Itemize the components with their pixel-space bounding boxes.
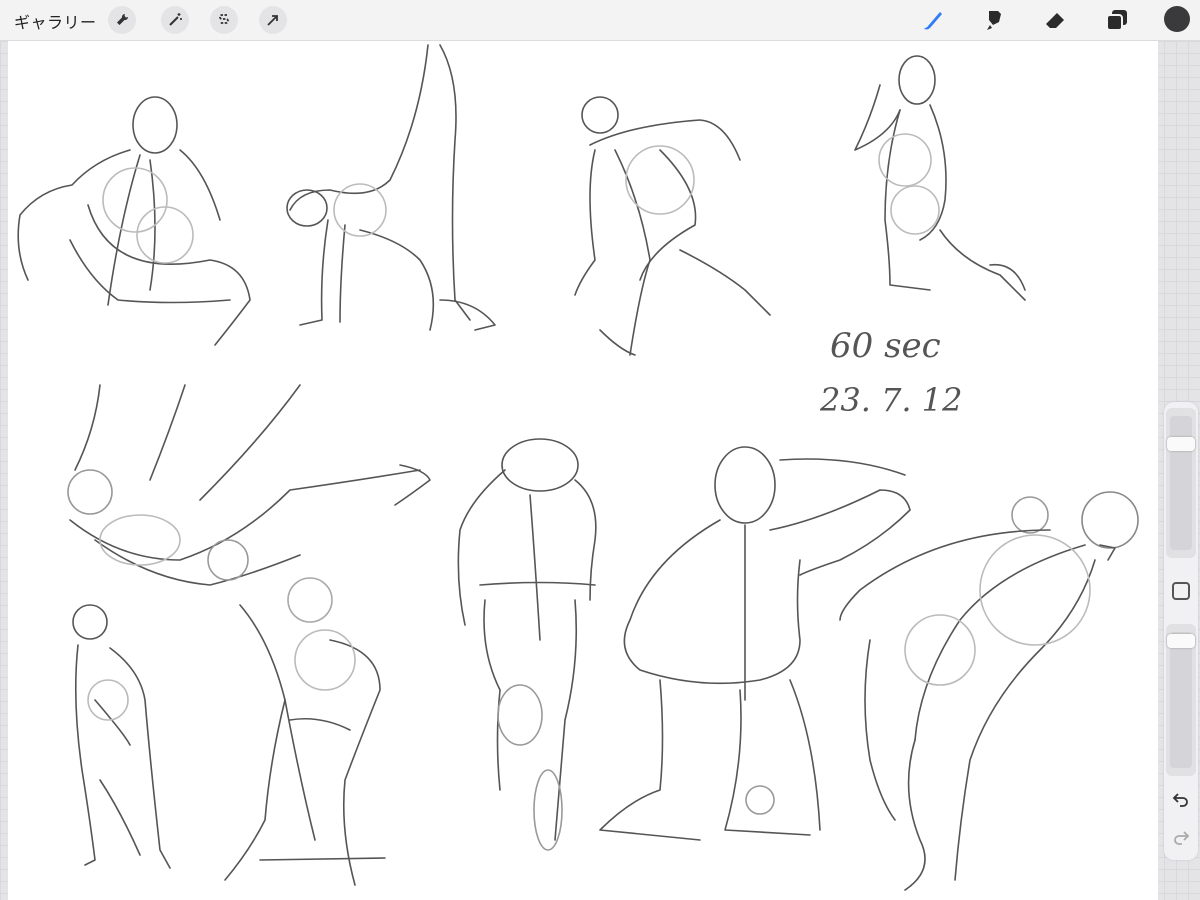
selection-s-icon[interactable] (210, 6, 238, 34)
figure-sketch-3 (574, 96, 771, 356)
figure-sketch-1 (17, 96, 251, 346)
brush-size-thumb[interactable] (1167, 437, 1195, 452)
eraser-icon[interactable] (1039, 4, 1071, 36)
brush-opacity-thumb[interactable] (1167, 633, 1195, 648)
figure-sketch-4 (854, 55, 1026, 301)
color-picker-button[interactable] (1164, 6, 1190, 32)
figure-sketch-2 (286, 44, 496, 331)
time-note: 60 sec (830, 326, 941, 366)
figure-sketch-6 (72, 604, 171, 869)
smudge-icon[interactable] (978, 4, 1010, 36)
arrow-icon[interactable] (259, 6, 287, 34)
wrench-icon[interactable] (108, 6, 136, 34)
redo-icon[interactable] (1170, 826, 1192, 848)
date-note: 23. 7. 12 (820, 381, 963, 419)
gesture-sketches (17, 44, 1139, 891)
brush-opacity-slider[interactable] (1166, 624, 1196, 776)
square-icon[interactable] (1172, 582, 1190, 600)
gallery-button[interactable]: ギャラリー (14, 9, 97, 33)
top-toolbar: ギャラリー (0, 0, 1200, 41)
figure-sketch-9 (599, 446, 911, 841)
undo-icon[interactable] (1170, 788, 1192, 810)
figure-sketch-7 (224, 577, 386, 886)
layers-icon[interactable] (1101, 4, 1133, 36)
drawing-canvas[interactable]: 60 sec 23. 7. 12 (8, 41, 1158, 900)
magic-wand-icon[interactable] (161, 6, 189, 34)
figure-sketch-10 (839, 491, 1139, 891)
brush-opacity-track (1170, 632, 1192, 768)
figure-sketch-8 (457, 438, 597, 851)
brush-size-slider[interactable] (1166, 408, 1196, 558)
figure-sketch-5 (67, 384, 431, 586)
brush-icon[interactable] (917, 4, 949, 36)
